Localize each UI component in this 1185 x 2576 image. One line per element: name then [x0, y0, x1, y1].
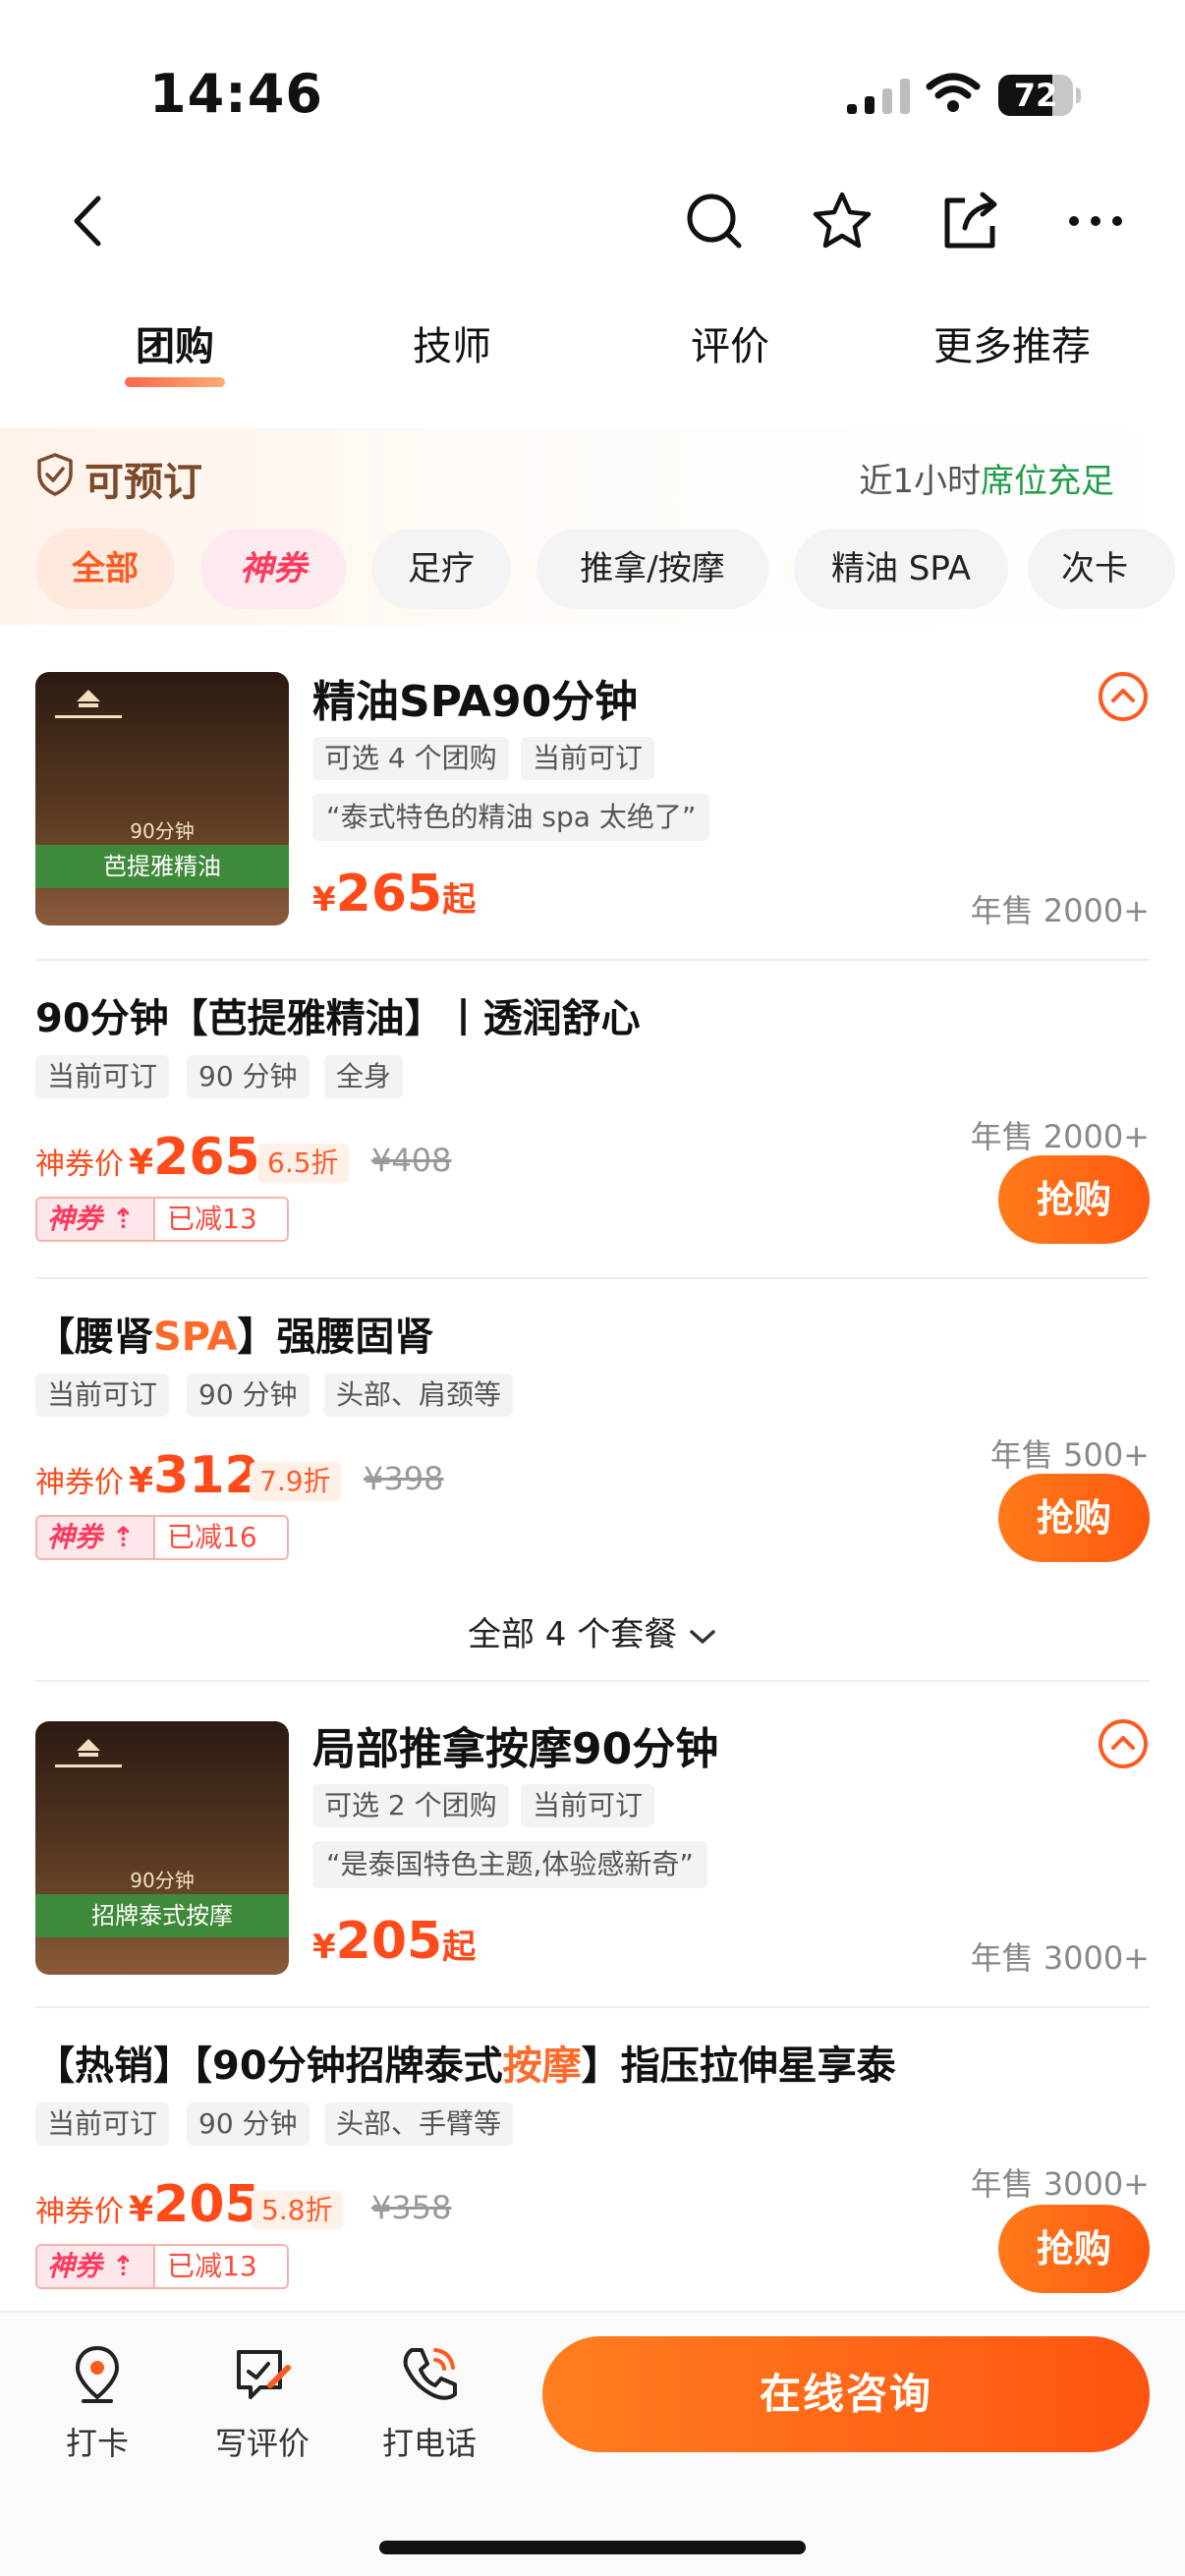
discount-badge: 5.8折	[252, 2191, 343, 2230]
tab-more-recommend[interactable]: 更多推荐	[914, 314, 1110, 371]
deal-tag-body-area: 头部、手臂等	[324, 2102, 514, 2146]
discount-badge: 6.5折	[257, 1144, 349, 1183]
deal-annual-sales: 年售 3000+	[970, 2165, 1150, 2203]
collapse-chevron-icon[interactable]	[1097, 1717, 1150, 1770]
coupon-tag[interactable]: 神券 ⇡ 已减13 >	[35, 2244, 289, 2289]
product-thumbnail[interactable]: 90分钟 招牌泰式按摩	[35, 1721, 289, 1975]
chip-pass-card[interactable]: 次卡	[1028, 529, 1175, 609]
deal-annual-sales: 年售 2000+	[970, 1118, 1150, 1155]
group-title[interactable]: 局部推拿按摩90分钟	[312, 1713, 718, 1776]
deal-tag-duration: 90 分钟	[187, 1055, 310, 1098]
tab-group-buy[interactable]: 团购	[116, 314, 234, 371]
bookable-tag: 当前可订	[521, 737, 655, 780]
tab-technician[interactable]: 技师	[393, 314, 511, 371]
coupon-label: 神券 ⇡	[37, 2246, 153, 2287]
deal-tag-duration: 90 分钟	[187, 2102, 310, 2146]
deal-price: 神券价 ¥312	[35, 1446, 260, 1505]
deal-tag-body-area: 头部、肩颈等	[324, 1373, 514, 1417]
chip-oil-spa[interactable]: 精油 SPA	[794, 529, 1008, 609]
coupon-label: 神券 ⇡	[37, 1517, 153, 1558]
show-all-packages-link[interactable]: 全部 4 个套餐	[0, 1607, 1185, 1655]
write-review-icon	[237, 2350, 291, 2399]
review-quote: “泰式特色的精油 spa 太绝了”	[312, 794, 710, 841]
divider	[35, 1277, 1150, 1279]
starting-price: ¥265起	[312, 865, 477, 924]
star-icon[interactable]	[808, 187, 876, 255]
divider	[35, 1680, 1150, 1682]
buy-button[interactable]: 抢购	[998, 1474, 1150, 1562]
battery-icon: 72	[998, 75, 1081, 116]
deal-title[interactable]: 【热销】【90分钟招牌泰式按摩】指压拉伸星享泰	[35, 2034, 896, 2091]
wifi-icon	[926, 73, 981, 112]
thumbnail-duration: 90分钟	[130, 1869, 195, 1892]
annual-sales: 年售 3000+	[970, 1939, 1150, 1977]
coupon-saving: 已减13 >	[153, 2246, 287, 2287]
coupon-label: 神券 ⇡	[37, 1199, 153, 1240]
option-count-tag: 可选 2 个团购	[312, 1784, 509, 1827]
status-bar: 14:46 72	[0, 0, 1185, 147]
check-in-button[interactable]: 打卡	[24, 2342, 171, 2464]
thumbnail-label: 芭提雅精油	[35, 845, 289, 888]
tab-bar: 团购 技师 评价 更多推荐	[0, 314, 1185, 413]
chip-massage[interactable]: 推拿/按摩	[536, 529, 768, 609]
battery-level: 72	[1013, 77, 1058, 114]
deal-price: 神券价 ¥265	[35, 1128, 260, 1187]
coupon-saving: 已减13 >	[153, 1199, 287, 1240]
deal-tag-duration: 90 分钟	[187, 1373, 310, 1417]
deal-title[interactable]: 90分钟【芭提雅精油】丨透润舒心	[35, 986, 641, 1043]
spa-logo-icon	[55, 690, 122, 718]
availability-status: 近1小时席位充足	[859, 462, 1114, 501]
bookable-title: 可预订	[85, 460, 202, 505]
home-indicator	[379, 2541, 806, 2554]
divider	[35, 2006, 1150, 2008]
chevron-down-icon	[690, 1629, 715, 1644]
buy-button[interactable]: 抢购	[998, 2205, 1150, 2293]
online-consult-button[interactable]: 在线咨询	[542, 2336, 1150, 2452]
review-quote: “是泰国特色主题,体验感新奇”	[312, 1841, 707, 1888]
deal-tag-bookable: 当前可订	[35, 2102, 170, 2146]
starting-price: ¥205起	[312, 1912, 477, 1971]
search-icon[interactable]	[680, 187, 749, 255]
product-thumbnail[interactable]: 90分钟 芭提雅精油	[35, 672, 289, 925]
active-tab-indicator	[125, 377, 225, 387]
shield-check-icon	[37, 453, 73, 496]
write-review-button[interactable]: 写评价	[189, 2342, 336, 2464]
chip-shen-coupon[interactable]: 神券	[200, 529, 346, 609]
original-price: ¥408	[371, 1142, 452, 1179]
deal-price: 神券价 ¥205	[35, 2175, 260, 2234]
filter-chips: 全部 神券 足疗 推拿/按摩 精油 SPA 次卡	[35, 529, 1185, 609]
thumbnail-duration: 90分钟	[130, 819, 195, 843]
tab-reviews[interactable]: 评价	[671, 314, 789, 371]
share-icon[interactable]	[935, 187, 1004, 255]
spa-logo-icon	[55, 1739, 122, 1767]
original-price: ¥398	[364, 1460, 444, 1497]
more-icon[interactable]	[1061, 187, 1130, 255]
group-title[interactable]: 精油SPA90分钟	[312, 666, 638, 729]
location-pin-icon	[75, 2345, 120, 2403]
annual-sales: 年售 2000+	[970, 892, 1150, 929]
signal-icon	[847, 79, 910, 114]
chip-foot-therapy[interactable]: 足疗	[371, 529, 511, 609]
coupon-tag[interactable]: 神券 ⇡ 已减16 >	[35, 1515, 289, 1560]
deal-tag-bookable: 当前可订	[35, 1055, 170, 1098]
thumbnail-label: 招牌泰式按摩	[35, 1894, 289, 1937]
option-count-tag: 可选 4 个团购	[312, 737, 509, 780]
status-time: 14:46	[149, 63, 323, 125]
back-icon[interactable]	[55, 187, 124, 255]
chip-all[interactable]: 全部	[35, 529, 175, 609]
bookable-tag: 当前可订	[521, 1784, 655, 1827]
original-price: ¥358	[371, 2189, 452, 2226]
phone-icon	[403, 2348, 457, 2400]
deal-title[interactable]: 【腰肾SPA】强腰固肾	[35, 1305, 433, 1362]
deal-annual-sales: 年售 500+	[989, 1436, 1150, 1474]
coupon-tag[interactable]: 神券 ⇡ 已减13 >	[35, 1197, 289, 1242]
deal-tag-bookable: 当前可订	[35, 1373, 170, 1417]
divider	[35, 959, 1150, 961]
call-button[interactable]: 打电话	[356, 2342, 503, 2464]
discount-badge: 7.9折	[250, 1462, 341, 1501]
coupon-saving: 已减16 >	[153, 1517, 287, 1558]
buy-button[interactable]: 抢购	[998, 1155, 1150, 1244]
collapse-chevron-icon[interactable]	[1097, 670, 1150, 723]
deal-tag-body-area: 全身	[324, 1055, 404, 1098]
